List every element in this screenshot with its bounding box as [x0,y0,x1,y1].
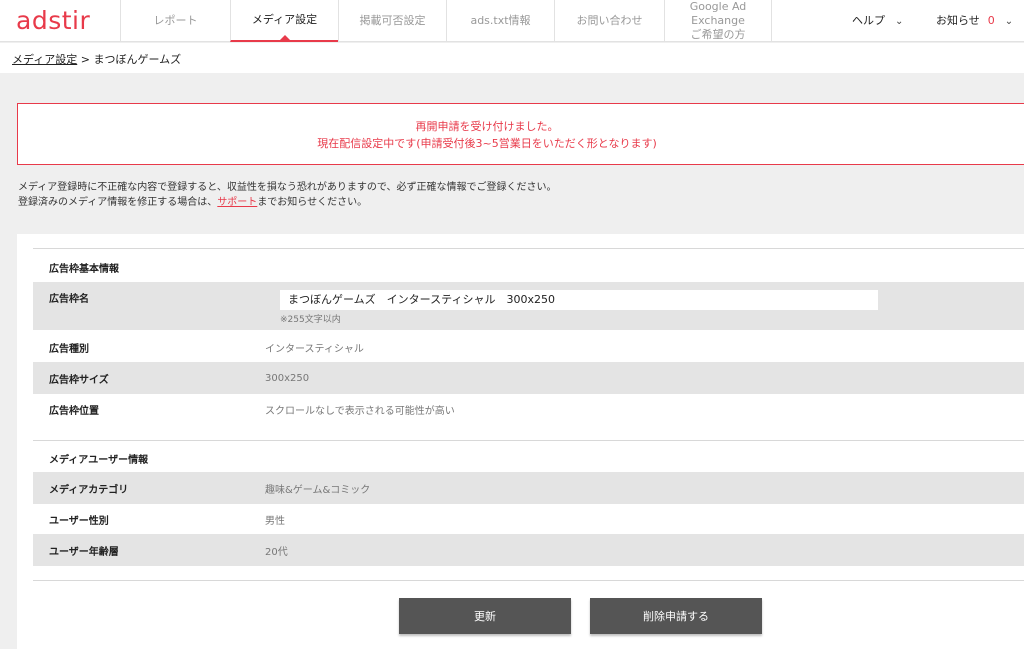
breadcrumb-bar: メディア設定 > まつぼんゲームズ [0,43,1024,73]
chevron-down-icon: ⌄ [1004,16,1014,27]
update-button[interactable]: 更新 [399,598,571,634]
status-alert: 再開申請を受け付けました。 現在配信設定中です(申請受付後3~5営業日をいただく… [17,103,1024,165]
notice-description: メディア登録時に不正確な内容で登録すると、収益性を損なう恐れがありますので、必ず… [18,182,557,208]
top-header: adstir レポート メディア設定 掲載可否設定 ads.txt情報 お問い合… [0,0,1024,42]
adstir-logo[interactable]: adstir [16,6,90,35]
ad-name-label: 広告枠名 [49,294,89,305]
ad-name-field-wrap: まつぼんゲームズ インタースティシャル 300x250 ※255文字以内 [280,290,878,325]
help-menu[interactable]: ヘルプ ⌄ [852,12,903,28]
divider [33,440,1024,441]
section-title-media-user: メディアユーザー情報 [49,455,149,466]
nav-tab-publishing-settings[interactable]: 掲載可否設定 [338,0,446,42]
row-user-gender: ユーザー性別 男性 [33,504,1024,534]
divider [33,580,1024,581]
ad-position-value: スクロールなしで表示される可能性が高い [265,405,455,417]
user-gender-value: 男性 [265,515,285,527]
nav-tab-media-settings[interactable]: メディア設定 [230,0,338,42]
delete-request-button[interactable]: 削除申請する [590,598,762,634]
main-nav: レポート メディア設定 掲載可否設定 ads.txt情報 お問い合わせ Goog… [120,0,772,42]
ad-size-value: 300x250 [265,372,310,384]
user-age-value: 20代 [265,546,288,558]
breadcrumb: メディア設定 > まつぼんゲームズ [12,53,182,66]
row-user-age: ユーザー年齢層 20代 [33,534,1024,566]
section-title-ad-basic: 広告枠基本情報 [49,264,119,275]
nav-tab-ads-txt[interactable]: ads.txt情報 [446,0,554,42]
row-media-category: メディアカテゴリ 趣味&ゲーム&コミック [33,472,1024,504]
chevron-down-icon: ⌄ [895,16,904,27]
row-ad-size: 広告枠サイズ 300x250 [33,362,1024,394]
ad-name-input[interactable]: まつぼんゲームズ インタースティシャル 300x250 [280,290,878,310]
support-link[interactable]: サポート [217,197,257,208]
divider [33,248,1024,249]
notice-count-badge: 0 [987,14,995,27]
ad-name-hint: ※255文字以内 [280,315,341,325]
ad-type-value: インタースティシャル [265,343,364,355]
nav-tab-google-adx[interactable]: Google Ad Exchange ご希望の方 [664,0,772,42]
alert-line-1: 再開申請を受け付けました。 [415,120,559,133]
row-ad-position: 広告枠位置 スクロールなしで表示される可能性が高い [33,394,1024,424]
nav-tab-contact[interactable]: お問い合わせ [554,0,664,42]
alert-line-2: 現在配信設定中です(申請受付後3~5営業日をいただく形となります) [317,137,657,150]
breadcrumb-current: まつぼんゲームズ [93,53,182,66]
nav-tab-report[interactable]: レポート [120,0,230,42]
breadcrumb-link-media-settings[interactable]: メディア設定 [12,53,77,66]
active-tab-caret-icon [278,35,291,41]
row-ad-type: 広告種別 インタースティシャル [33,332,1024,362]
notice-menu[interactable]: お知らせ 0 ⌄ [936,12,1013,28]
media-category-value: 趣味&ゲーム&コミック [265,484,371,496]
settings-panel: 広告枠基本情報 広告枠名 まつぼんゲームズ インタースティシャル 300x250… [17,234,1024,649]
